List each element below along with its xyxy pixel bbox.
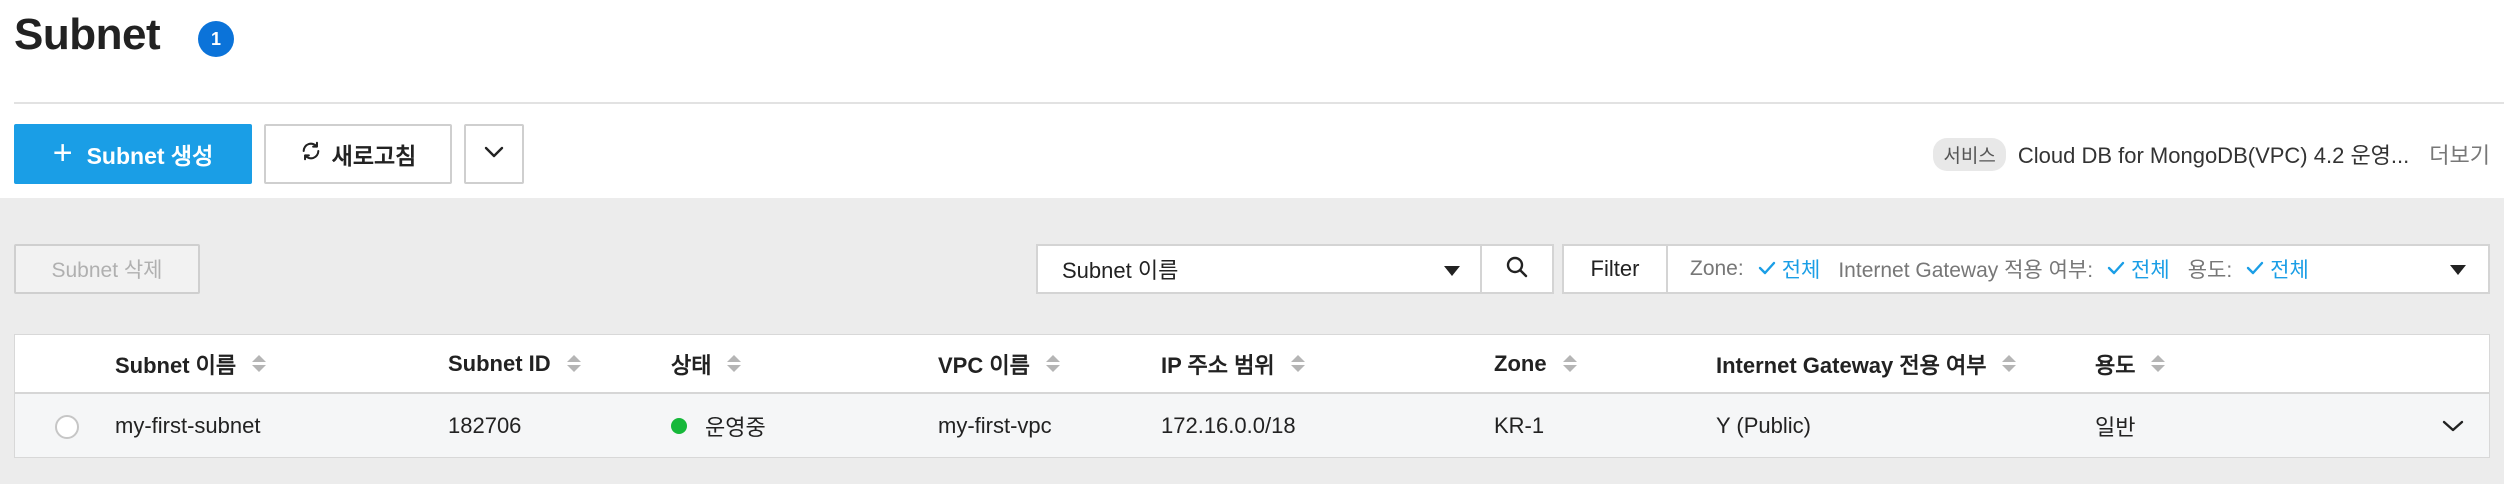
delete-subnet-button[interactable]: Subnet 삭제	[14, 244, 200, 294]
refresh-button[interactable]: 새로고침	[264, 124, 452, 184]
filter-igw-value: 전체	[2131, 259, 2170, 282]
cell-igw: Y (Public)	[1716, 412, 1811, 438]
column-header-ip-range[interactable]: IP 주소 범위	[1161, 335, 1305, 392]
search-field-label: Subnet 이름	[1062, 258, 1179, 283]
column-header-label: Subnet 이름	[115, 352, 237, 378]
page-title: Subnet	[14, 10, 161, 59]
chevron-down-icon	[483, 145, 505, 164]
filter-zone-value: 전체	[1781, 259, 1821, 282]
sort-icon	[1290, 355, 1305, 372]
count-badge: 1	[198, 21, 234, 57]
row-select-radio[interactable]	[55, 415, 79, 439]
filter-summary-bar[interactable]: Zone: 전체 Internet Gateway 적용 여부: 전체 용도:	[1666, 244, 2490, 294]
cell-vpc-name: my-first-vpc	[938, 412, 1052, 438]
status-label: 운영중	[705, 414, 766, 440]
filter-igw-label: Internet Gateway 적용 여부:	[1838, 259, 2094, 282]
service-info: 서비스 Cloud DB for MongoDB(VPC) 4.2 운영... …	[1933, 134, 2490, 174]
service-chip: 서비스	[1933, 137, 2006, 171]
filter-button[interactable]: Filter	[1562, 244, 1668, 294]
cell-subnet-id: 182706	[448, 412, 522, 438]
column-header-usage[interactable]: 용도	[2095, 335, 2166, 392]
filter-usage-value: 전체	[2270, 259, 2309, 282]
create-subnet-button[interactable]: + Subnet 생성	[14, 124, 252, 184]
check-icon	[2246, 257, 2264, 281]
column-header-status[interactable]: 상태	[671, 335, 742, 392]
service-more-link[interactable]: 더보기	[2429, 138, 2490, 170]
column-header-zone[interactable]: Zone	[1494, 335, 1577, 392]
header-divider	[14, 102, 2504, 104]
sort-icon	[1045, 355, 1060, 372]
filter-usage-label: 용도:	[2187, 259, 2233, 282]
sort-icon	[252, 355, 267, 372]
caret-down-icon	[1444, 256, 1460, 282]
table-row[interactable]: my-first-subnet 182706 운영중 my-first-vpc …	[15, 394, 2489, 457]
search-button[interactable]	[1480, 244, 1554, 294]
cell-zone: KR-1	[1494, 412, 1545, 438]
sort-icon	[1562, 355, 1577, 372]
content-area: Subnet 삭제 Subnet 이름 Filter Zone: 전체 Inte…	[0, 198, 2504, 484]
sort-icon	[727, 355, 742, 372]
search-field-select[interactable]: Subnet 이름	[1036, 244, 1482, 294]
column-header-label: 상태	[671, 352, 712, 378]
search-icon	[1505, 255, 1529, 284]
column-header-name[interactable]: Subnet 이름	[115, 335, 267, 392]
create-subnet-label: Subnet 생성	[86, 143, 214, 169]
status-dot	[671, 417, 687, 434]
check-icon	[2107, 257, 2125, 281]
filter-zone[interactable]: Zone: 전체	[1690, 254, 1820, 284]
column-header-label: Internet Gateway 전용 여부	[1716, 352, 1987, 378]
column-header-label: IP 주소 범위	[1161, 352, 1275, 378]
refresh-icon	[300, 140, 322, 168]
column-header-label: VPC 이름	[938, 352, 1030, 378]
cell-ip-range: 172.16.0.0/18	[1161, 412, 1296, 438]
expand-row-chevron-icon[interactable]	[2439, 412, 2467, 440]
filter-usage[interactable]: 용도: 전체	[2188, 254, 2309, 284]
caret-down-icon[interactable]	[2450, 257, 2466, 281]
cell-subnet-name: my-first-subnet	[115, 412, 261, 438]
cell-usage: 일반	[2095, 414, 2136, 440]
column-header-label: Subnet ID	[448, 350, 551, 376]
column-header-igw[interactable]: Internet Gateway 전용 여부	[1716, 335, 2017, 392]
filter-zone-label: Zone:	[1690, 257, 1744, 280]
more-actions-button[interactable]	[464, 124, 524, 184]
sort-icon	[566, 355, 581, 372]
page-header: Subnet 1 + Subnet 생성 새로고침 서비스 Cloud DB f…	[0, 0, 2504, 198]
subnet-table: Subnet 이름 Subnet ID 상태 VPC 이름 IP 주소 범위 Z…	[14, 334, 2490, 458]
refresh-label: 새로고침	[331, 143, 417, 169]
column-header-vpc[interactable]: VPC 이름	[938, 335, 1060, 392]
plus-icon: +	[52, 133, 73, 172]
column-header-label: Zone	[1494, 350, 1547, 376]
column-header-label: 용도	[2095, 352, 2136, 378]
sort-icon	[2002, 355, 2017, 372]
check-icon	[1758, 257, 1776, 281]
table-header: Subnet 이름 Subnet ID 상태 VPC 이름 IP 주소 범위 Z…	[15, 335, 2489, 394]
cell-status: 운영중	[671, 394, 766, 457]
column-header-id[interactable]: Subnet ID	[448, 335, 581, 392]
service-name: Cloud DB for MongoDB(VPC) 4.2 운영...	[2017, 143, 2410, 168]
filter-igw[interactable]: Internet Gateway 적용 여부: 전체	[1838, 254, 2169, 284]
sort-icon	[2151, 355, 2166, 372]
